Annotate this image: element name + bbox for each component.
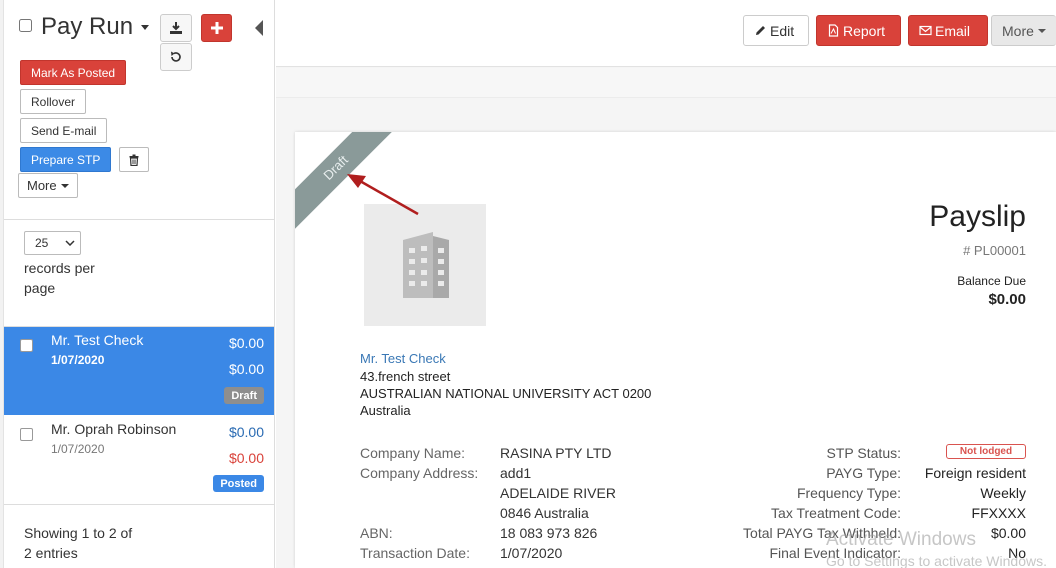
pay-run-sidebar: Pay Run Mark As Posted Rollover Send E-m… (0, 0, 275, 568)
company-name-label: Company Name: (360, 445, 466, 461)
status-badge: Posted (213, 475, 264, 492)
frequency-type-label: Frequency Type: (796, 485, 901, 501)
amount: $0.00 (228, 424, 264, 440)
balance-due-value: $0.00 (988, 291, 1026, 308)
status-badge: Draft (224, 387, 264, 404)
payslip-title: Payslip (929, 200, 1026, 233)
toolbar-more-button[interactable]: More (991, 15, 1056, 46)
company-address-line2: ADELAIDE RIVER (500, 485, 616, 501)
employee-street: 43.french street (360, 369, 451, 384)
employee-name-link[interactable]: Mr. Test Check (360, 351, 446, 366)
toolbar-more-label: More (1002, 22, 1034, 39)
refresh-icon (171, 51, 181, 62)
prepare-stp-button[interactable]: Prepare STP (20, 147, 112, 172)
page-size-select[interactable]: 25 (24, 231, 81, 255)
refresh-button[interactable] (160, 43, 192, 71)
amount: $0.00 (228, 361, 264, 377)
balance-due-label: Balance Due (957, 274, 1026, 288)
plus-icon (210, 22, 223, 34)
abn-label: ABN: (360, 525, 393, 541)
amount: $0.00 (228, 335, 264, 351)
pagination-info: Showing 1 to 2 of 2 entries (24, 525, 133, 561)
records-per-page-label: records per page (24, 260, 95, 296)
select-all-checkbox[interactable] (19, 19, 32, 32)
sidebar-more-button[interactable]: More (18, 173, 78, 198)
payslip-number: # PL00001 (963, 243, 1026, 258)
abn-value: 18 083 973 826 (500, 525, 598, 541)
activation-watermark-hint: Go to Settings to activate Windows. (826, 553, 1047, 568)
transaction-date-value: 1/07/2020 (500, 545, 563, 561)
employee-name: Mr. Test Check (51, 332, 144, 348)
company-address-label: Company Address: (360, 465, 479, 481)
stp-status-badge: Not lodged (946, 444, 1026, 459)
download-icon (170, 22, 182, 34)
rollover-button[interactable]: Rollover (20, 89, 87, 114)
delete-button[interactable] (119, 147, 149, 172)
frequency-type-value: Weekly (980, 485, 1026, 501)
amount: $0.00 (228, 450, 264, 466)
transaction-date-label: Transaction Date: (360, 545, 470, 561)
building-icon (403, 232, 449, 298)
company-logo-placeholder (364, 204, 486, 326)
payg-type-value: Foreign resident (924, 465, 1026, 481)
divider (4, 219, 274, 220)
page-size-value: 25 (35, 236, 49, 250)
add-button[interactable] (201, 14, 232, 42)
divider (4, 504, 274, 505)
send-email-button[interactable]: Send E-mail (20, 118, 108, 143)
employee-name: Mr. Oprah Robinson (51, 421, 177, 437)
email-button[interactable]: Email (908, 15, 988, 46)
payslip-view: Edit Report Email More Draft Payslip # P… (276, 0, 1056, 568)
employee-city: AUSTRALIAN NATIONAL UNIVERSITY ACT 0200 (360, 386, 652, 401)
total-payg-withheld-value: $0.00 (990, 525, 1026, 541)
email-label: Email (935, 22, 971, 39)
edit-label: Edit (770, 22, 795, 39)
pencil-icon (756, 26, 765, 35)
caret-down-icon (1037, 28, 1046, 33)
title-dropdown-caret-icon[interactable] (141, 25, 149, 30)
toolbar: Edit Report Email More (276, 0, 1056, 67)
stp-status-label: STP Status: (826, 445, 901, 461)
row-checkbox[interactable] (20, 428, 33, 441)
download-button[interactable] (160, 14, 192, 42)
envelope-icon (919, 25, 932, 36)
list-item[interactable]: Mr. Test Check 1/07/2020 $0.00 $0.00 Dra… (4, 327, 274, 415)
report-button[interactable]: Report (816, 15, 901, 46)
report-label: Report (843, 22, 886, 39)
mark-as-posted-button[interactable]: Mark As Posted (20, 60, 127, 85)
pay-date: 1/07/2020 (51, 353, 105, 367)
caret-down-icon (60, 183, 69, 188)
trash-icon (129, 154, 139, 166)
company-address-line1: add1 (500, 465, 532, 481)
toolbar-strip (276, 68, 1056, 98)
tax-treatment-code-label: Tax Treatment Code: (771, 505, 901, 521)
payg-type-label: PAYG Type: (826, 465, 901, 481)
tax-treatment-code-value: FFXXXX (971, 505, 1026, 521)
chevron-down-icon (65, 240, 75, 246)
page-title[interactable]: Pay Run (41, 13, 133, 41)
edit-button[interactable]: Edit (743, 15, 809, 46)
list-item[interactable]: Mr. Oprah Robinson 1/07/2020 $0.00 $0.00… (4, 416, 274, 504)
pay-date: 1/07/2020 (51, 442, 105, 456)
sidebar-more-label: More (27, 178, 57, 193)
collapse-panel-icon[interactable] (255, 20, 263, 36)
company-address-line3: 0846 Australia (500, 505, 589, 521)
row-checkbox[interactable] (20, 339, 33, 352)
company-name-value: RASINA PTY LTD (500, 445, 612, 461)
payslip-document: Draft Payslip # PL00001 Balance Due $0.0… (295, 132, 1056, 568)
employee-country: Australia (360, 403, 411, 418)
activation-watermark: Activate Windows (826, 529, 976, 550)
pdf-file-icon (828, 24, 839, 37)
